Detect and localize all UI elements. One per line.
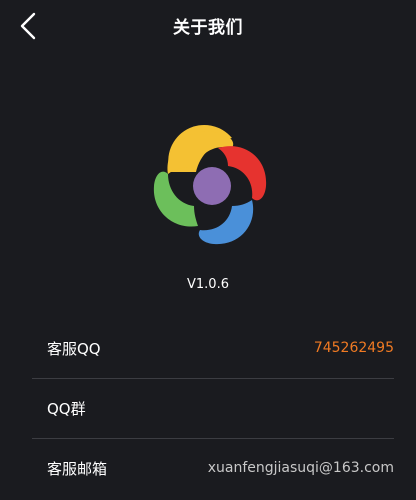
header: 关于我们: [0, 0, 416, 54]
row-customer-qq[interactable]: 客服QQ 745262495: [0, 318, 416, 378]
customer-email-value: xuanfengjiasuqi@163.com: [207, 460, 394, 476]
row-label: 客服邮箱: [47, 459, 108, 478]
customer-qq-value: 745262495: [313, 340, 394, 356]
page-title: 关于我们: [173, 18, 243, 38]
logo-petal-blue: [198, 200, 254, 245]
app-logo-icon: [140, 116, 280, 256]
logo-petal-green: [153, 171, 198, 227]
settings-list: 客服QQ 745262495 QQ群 客服邮箱 xuanfengjiasuqi@…: [0, 318, 416, 498]
row-label: QQ群: [47, 399, 86, 418]
logo-center: [193, 167, 231, 205]
row-qq-group[interactable]: QQ群: [0, 378, 416, 438]
row-label: 客服QQ: [47, 339, 101, 358]
version-label: V1.0.6: [187, 277, 229, 292]
row-customer-email[interactable]: 客服邮箱 xuanfengjiasuqi@163.com: [0, 438, 416, 498]
